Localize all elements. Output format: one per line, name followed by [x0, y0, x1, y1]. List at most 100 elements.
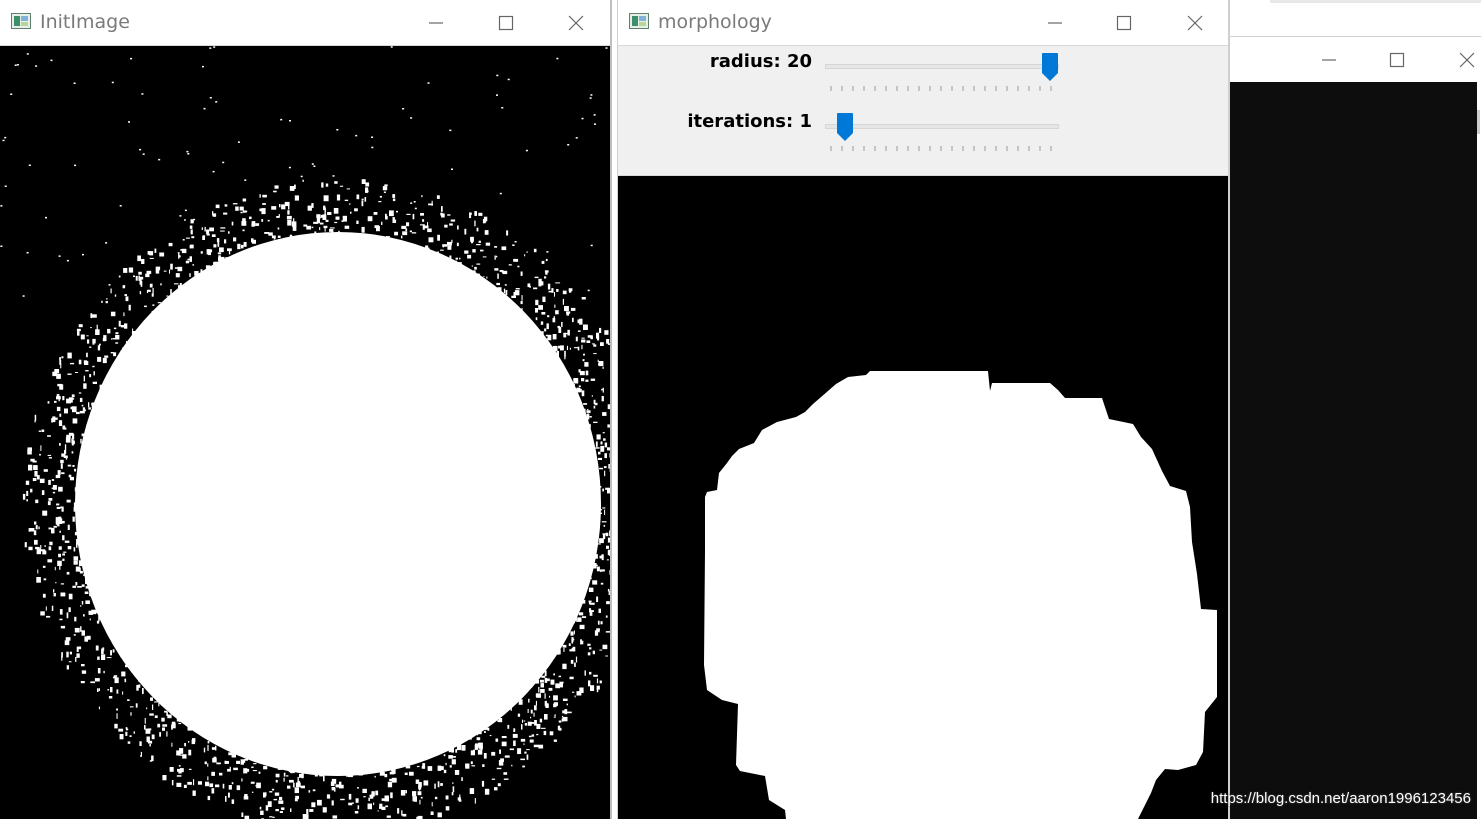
noise-speck [222, 783, 225, 789]
noise-speck [144, 305, 147, 308]
noise-speck [57, 470, 61, 475]
morphology-titlebar[interactable]: morphology [618, 0, 1228, 46]
noise-speck [549, 731, 554, 736]
noise-speck [428, 203, 433, 206]
noise-speck [568, 289, 572, 293]
noise-speck [123, 285, 126, 287]
noise-speck [293, 782, 295, 788]
noise-speck [404, 772, 408, 775]
close-icon[interactable] [561, 8, 591, 38]
noise-speck [562, 644, 567, 648]
noise-speck [374, 775, 376, 778]
noise-speck [279, 204, 281, 208]
noise-speck [36, 475, 40, 480]
noise-speck [422, 224, 425, 230]
noise-speck [259, 194, 261, 198]
noise-speck [440, 249, 444, 251]
noise-speck [487, 727, 490, 731]
noise-speck [279, 811, 283, 813]
noise-speck [311, 163, 314, 165]
noise-speck [607, 488, 610, 494]
noise-speck [596, 687, 599, 693]
close-icon[interactable] [1452, 45, 1481, 75]
noise-speck [324, 212, 326, 218]
noise-speck [575, 656, 578, 663]
noise-speck [325, 183, 329, 187]
noise-speck [450, 219, 456, 222]
noise-speck [520, 301, 523, 305]
noise-speck [443, 769, 447, 774]
opencv-window-icon [11, 13, 31, 29]
radius-slider-thumb[interactable] [1041, 52, 1059, 82]
noise-speck [607, 588, 610, 592]
noise-speck [354, 811, 359, 814]
noise-speck [244, 179, 247, 181]
noise-speck [219, 247, 224, 253]
noise-speck [202, 235, 205, 240]
noise-speck [69, 651, 72, 655]
close-icon[interactable] [1180, 8, 1210, 38]
noise-speck [294, 195, 299, 201]
noise-speck [589, 416, 592, 418]
noise-speck [51, 527, 55, 534]
noise-speck [114, 723, 118, 729]
noise-speck [476, 263, 481, 265]
noise-speck [71, 451, 74, 454]
noise-speck [273, 190, 277, 193]
noise-speck [554, 292, 555, 297]
minimize-icon[interactable] [1040, 8, 1070, 38]
radius-track[interactable] [825, 64, 1059, 69]
noise-speck [558, 327, 562, 333]
noise-speck [2, 139, 5, 142]
noise-speck [436, 195, 440, 199]
noise-speck [513, 728, 516, 732]
noise-speck [204, 761, 207, 765]
noise-speck [549, 695, 551, 698]
noise-speck [106, 298, 108, 300]
noise-speck [236, 785, 241, 791]
noise-speck [412, 791, 417, 797]
initimage-titlebar[interactable]: InitImage [0, 0, 610, 46]
noise-speck [606, 545, 609, 549]
noise-speck [47, 501, 51, 506]
noise-speck [138, 684, 141, 688]
noise-speck [505, 290, 508, 295]
noise-speck [489, 735, 492, 737]
noise-speck [243, 796, 249, 800]
iterations-slider-thumb[interactable] [836, 112, 854, 142]
noise-speck [440, 783, 443, 786]
noise-speck [604, 442, 608, 448]
noise-speck [207, 795, 211, 801]
noise-speck [587, 289, 590, 292]
minimize-icon[interactable] [421, 8, 451, 38]
noise-speck [148, 728, 152, 731]
noise-speck [269, 816, 273, 818]
noise-speck [589, 97, 592, 99]
noise-speck [39, 453, 41, 456]
noise-speck [229, 766, 231, 772]
iterations-track[interactable] [825, 124, 1059, 129]
noise-speck [440, 212, 443, 216]
noise-speck [76, 646, 79, 652]
noise-speck [361, 179, 366, 184]
noise-speck [193, 218, 196, 221]
minimize-icon[interactable] [1314, 45, 1344, 75]
noise-speck [324, 207, 326, 213]
noise-speck [542, 296, 546, 302]
noise-speck [56, 503, 60, 506]
noise-speck [344, 199, 349, 201]
noise-speck [445, 806, 450, 811]
maximize-icon[interactable] [1109, 8, 1139, 38]
noise-speck [231, 799, 235, 804]
noise-speck [550, 679, 555, 685]
noise-speck [551, 288, 554, 293]
noise-speck [596, 628, 600, 631]
maximize-icon[interactable] [491, 8, 521, 38]
noise-speck [581, 640, 584, 645]
noise-speck [0, 245, 3, 247]
noise-speck [222, 161, 225, 164]
noise-speck [578, 369, 581, 373]
noise-speck [501, 741, 507, 747]
maximize-icon[interactable] [1382, 45, 1412, 75]
noise-speck [141, 93, 144, 95]
